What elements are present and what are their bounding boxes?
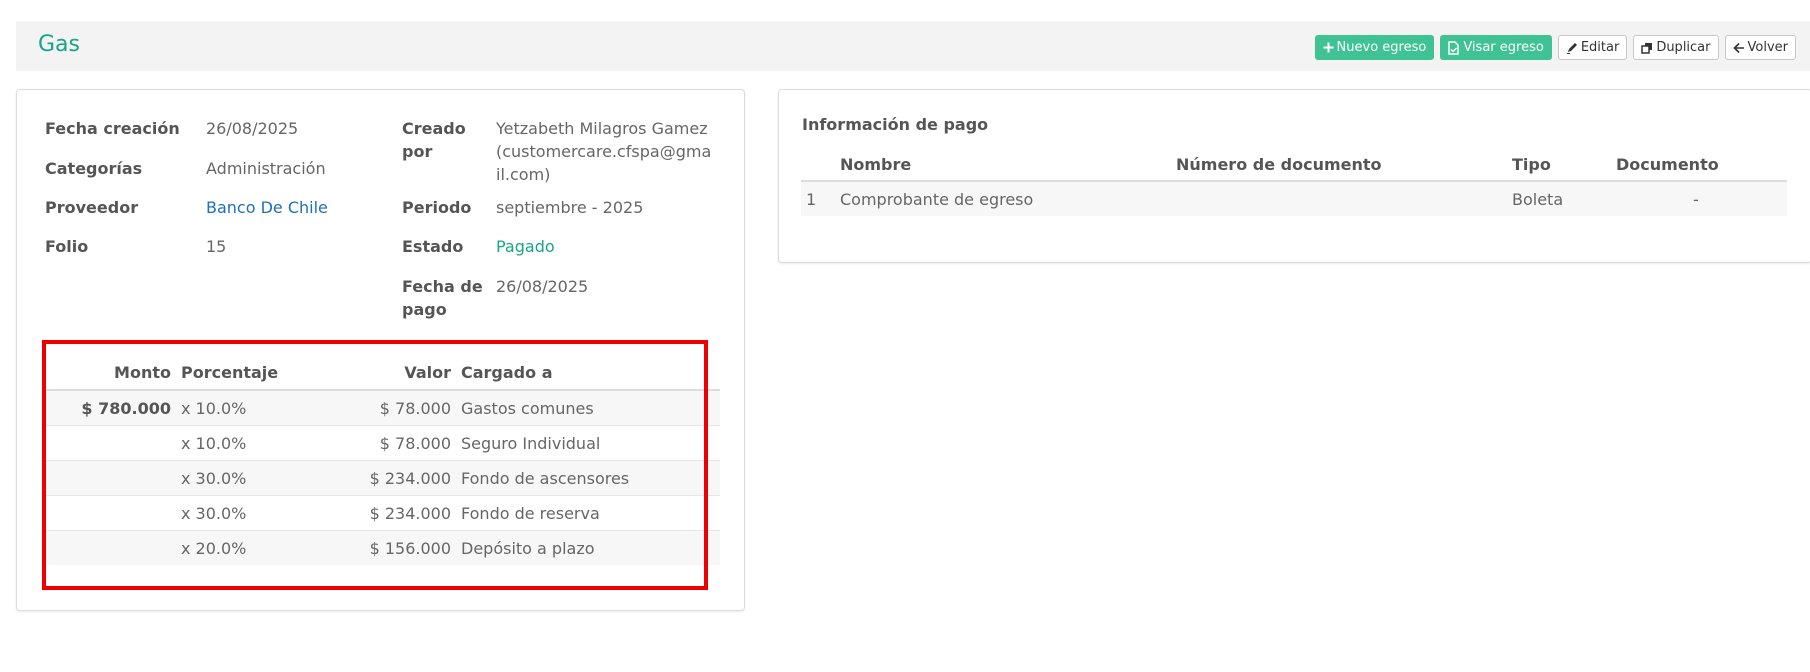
index-cell: 1 [801, 181, 835, 216]
nombre-cell: Comprobante de egreso [835, 181, 1171, 216]
new-expense-button[interactable]: Nuevo egreso [1314, 35, 1435, 60]
created-by-label-line1: Creado [402, 119, 466, 138]
created-by-value-line1: Yetzabeth Milagros Gamez [496, 119, 708, 138]
back-button[interactable]: Volver [1724, 35, 1796, 60]
payment-table: Nombre Número de documento Tipo Document… [801, 148, 1787, 216]
payment-info-title: Información de pago [802, 115, 989, 134]
highlight-box [42, 340, 708, 590]
period-value: septiembre - 2025 [496, 198, 644, 217]
payment-header-row: Nombre Número de documento Tipo Document… [801, 148, 1787, 182]
created-by-value-line3: il.com) [496, 165, 551, 184]
created-by-label: Creado por [402, 117, 466, 163]
payment-date-label-line1: Fecha de [402, 277, 483, 296]
arrow-left-icon [1732, 42, 1744, 53]
col-index [801, 148, 835, 182]
edit-label: Editar [1580, 40, 1620, 55]
created-by-label-line2: por [402, 142, 433, 161]
created-by-value: Yetzabeth Milagros Gamez (customercare.c… [496, 117, 711, 186]
duplicate-button[interactable]: Duplicar [1633, 35, 1719, 60]
provider-link[interactable]: Banco De Chile [206, 196, 328, 219]
payment-info-card: Información de pago Nombre Número de doc… [778, 89, 1810, 263]
edit-button[interactable]: Editar [1557, 35, 1628, 60]
col-numero: Número de documento [1171, 148, 1507, 182]
toolbar: Nuevo egreso Visar egreso Editar Duplica… [1314, 35, 1796, 60]
period-label: Periodo [402, 198, 472, 217]
page-title: Gas [38, 32, 80, 57]
copy-icon [1641, 42, 1653, 54]
categories-label: Categorías [45, 159, 143, 178]
pencil-icon [1566, 42, 1577, 54]
new-expense-label: Nuevo egreso [1336, 40, 1427, 55]
tipo-cell: Boleta [1507, 181, 1611, 216]
folio-label: Folio [45, 237, 89, 256]
creation-date-value: 26/08/2025 [206, 119, 299, 138]
col-documento: Documento [1611, 148, 1787, 182]
page-header: Gas Nuevo egreso Visar egreso Editar Dup… [16, 21, 1810, 71]
payment-date-label-line2: pago [402, 300, 447, 319]
categories-value: Administración [206, 159, 326, 178]
file-check-icon [1448, 40, 1460, 55]
duplicate-label: Duplicar [1656, 40, 1711, 55]
approve-expense-button[interactable]: Visar egreso [1440, 35, 1552, 60]
col-nombre: Nombre [835, 148, 1171, 182]
status-label: Estado [402, 237, 464, 256]
documento-cell: - [1611, 181, 1787, 216]
creation-date-label: Fecha creación [45, 119, 180, 138]
table-row: 1 Comprobante de egreso Boleta - [801, 181, 1787, 216]
created-by-value-line2: (customercare.cfspa@gma [496, 142, 712, 161]
back-label: Volver [1747, 40, 1789, 55]
folio-value: 15 [206, 237, 227, 256]
payment-date-label: Fecha de pago [402, 275, 483, 321]
plus-icon [1323, 42, 1334, 53]
status-value: Pagado [496, 237, 555, 256]
approve-expense-label: Visar egreso [1463, 40, 1544, 55]
provider-label: Proveedor [45, 198, 139, 217]
col-tipo: Tipo [1507, 148, 1611, 182]
numero-cell [1171, 181, 1507, 216]
payment-date-value: 26/08/2025 [496, 277, 589, 296]
